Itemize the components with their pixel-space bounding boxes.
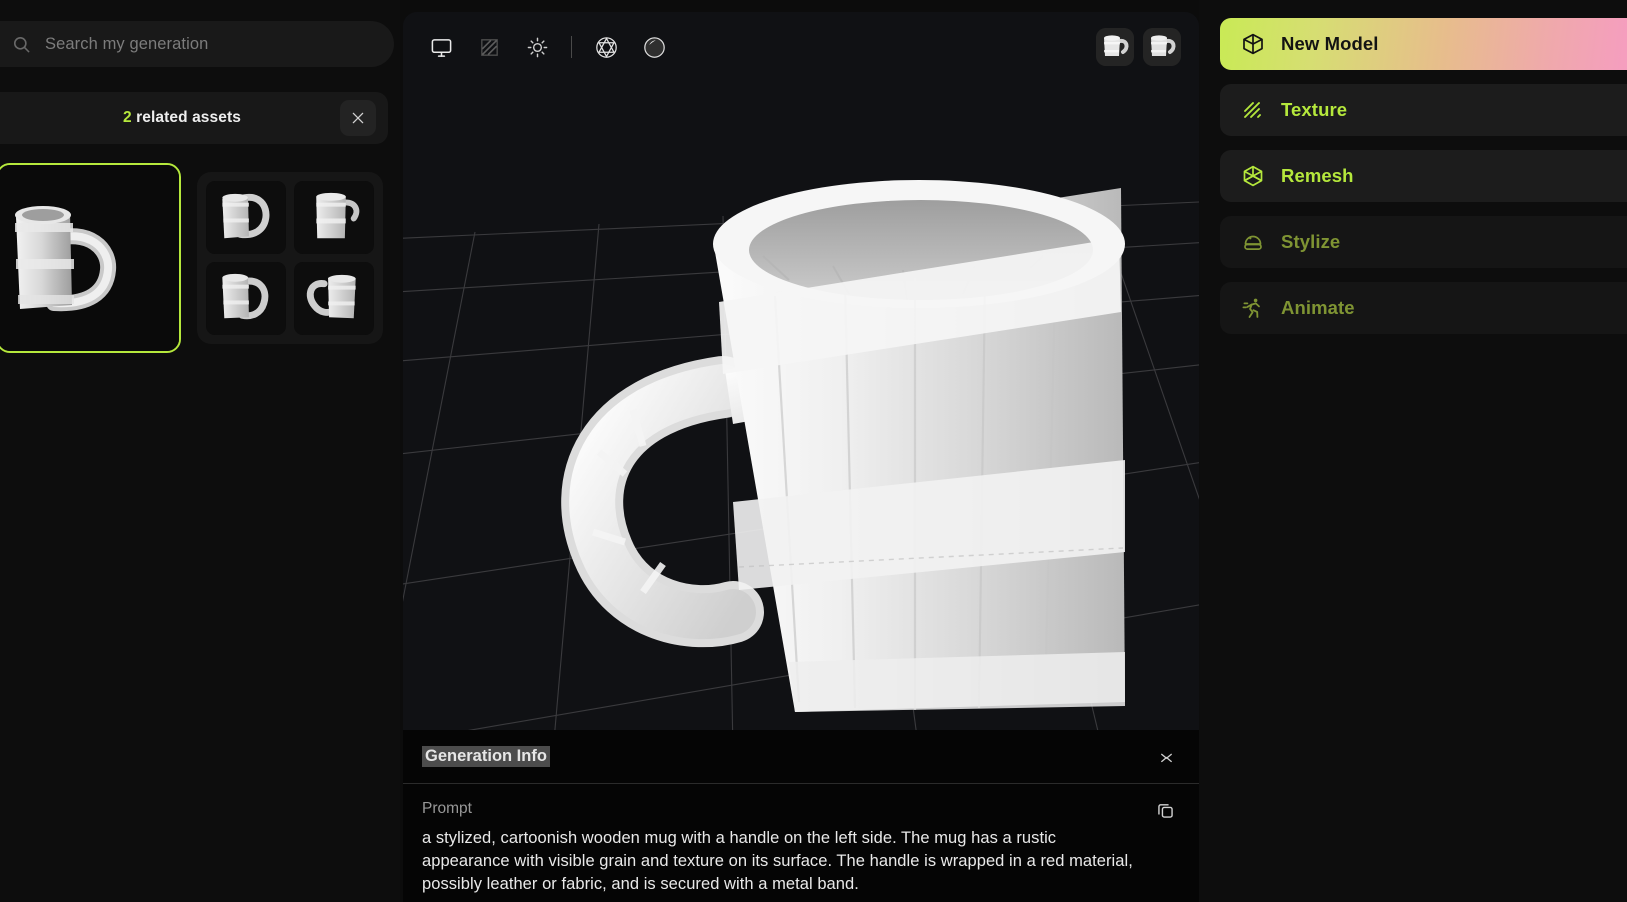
asset-variant-thumb[interactable] <box>206 262 286 335</box>
generation-info-panel: Generation Info Prompt a stylized, carto… <box>403 730 1199 902</box>
shaded-sphere-icon <box>643 36 665 58</box>
asset-variant-thumb[interactable] <box>294 181 374 254</box>
collapse-chevron-icon <box>1160 753 1172 762</box>
wireframe-sphere-icon <box>595 36 617 58</box>
search-icon <box>12 35 31 54</box>
shaded-material-button[interactable] <box>634 27 674 67</box>
search-placeholder: Search my generation <box>45 34 209 53</box>
action-texture[interactable]: Texture <box>1220 84 1627 136</box>
monitor-icon <box>431 38 451 57</box>
close-icon <box>352 112 364 124</box>
action-new-model[interactable]: New Model <box>1220 18 1627 70</box>
action-list: New Model Texture Remesh Stylize Animate <box>1220 18 1627 348</box>
related-assets-count: 2 <box>123 109 132 126</box>
mug-variant-render <box>294 181 374 254</box>
diagonal-lines-icon <box>1240 98 1265 123</box>
diagonal-lines-icon <box>480 38 498 56</box>
toolbar-divider <box>571 36 572 58</box>
asset-variant-grid <box>197 172 383 344</box>
right-sidebar: New Model Texture Remesh Stylize Animate <box>1199 0 1627 902</box>
generation-info-body: Prompt a stylized, cartoonish wooden mug… <box>403 784 1199 896</box>
prompt-label: Prompt <box>422 800 472 817</box>
left-panel: Search my generation 2 related assets <box>0 0 400 902</box>
lighting-button[interactable] <box>517 27 557 67</box>
mug-variant-render <box>206 181 286 254</box>
running-person-icon <box>1240 296 1265 321</box>
3d-viewport[interactable] <box>403 12 1199 730</box>
viewport-toolbar <box>403 12 1199 82</box>
action-remesh[interactable]: Remesh <box>1220 150 1627 202</box>
cube-icon <box>1240 32 1265 57</box>
prompt-text: a stylized, cartoonish wooden mug with a… <box>422 829 1133 893</box>
display-mode-button[interactable] <box>421 27 461 67</box>
mug-variant-render <box>294 262 374 335</box>
copy-icon <box>1157 803 1173 818</box>
related-assets-label: 2 related assets <box>123 109 241 127</box>
sun-icon <box>527 37 547 57</box>
related-assets-bar: 2 related assets <box>0 92 388 144</box>
asset-thumbnail-row <box>0 163 400 353</box>
action-stylize[interactable]: Stylize <box>1220 216 1627 268</box>
action-label: Stylize <box>1281 231 1341 252</box>
polyhedron-icon <box>1240 164 1265 189</box>
wooden-mug-hero-render <box>0 165 179 351</box>
wooden-mug-3d-model <box>561 180 1125 712</box>
close-related-assets-button[interactable] <box>340 100 376 136</box>
action-label: New Model <box>1281 33 1379 54</box>
mug-thumb-render <box>1096 28 1134 66</box>
mug-variant-render <box>206 262 286 335</box>
viewport-thumbnail-button[interactable] <box>1096 28 1134 66</box>
related-assets-suffix: related assets <box>131 109 241 126</box>
asset-variant-thumb[interactable] <box>294 262 374 335</box>
texture-toggle-button[interactable] <box>469 27 509 67</box>
search-input[interactable]: Search my generation <box>0 21 394 67</box>
wireframe-material-button[interactable] <box>586 27 626 67</box>
action-label: Texture <box>1281 99 1348 120</box>
collapse-panel-button[interactable] <box>1155 746 1177 768</box>
generation-info-header: Generation Info <box>403 730 1199 784</box>
asset-thumbnail-selected[interactable] <box>0 163 181 353</box>
action-label: Remesh <box>1281 165 1354 186</box>
action-animate[interactable]: Animate <box>1220 282 1627 334</box>
app-root: Search my generation 2 related assets Ge… <box>0 0 1627 902</box>
asset-variant-thumb[interactable] <box>206 181 286 254</box>
mug-thumb-render <box>1143 28 1181 66</box>
copy-prompt-button[interactable] <box>1153 798 1177 822</box>
generation-info-title: Generation Info <box>422 746 550 767</box>
crystal-ball-icon <box>1240 230 1265 255</box>
action-label: Animate <box>1281 297 1355 318</box>
viewport-thumbnail-button[interactable] <box>1143 28 1181 66</box>
